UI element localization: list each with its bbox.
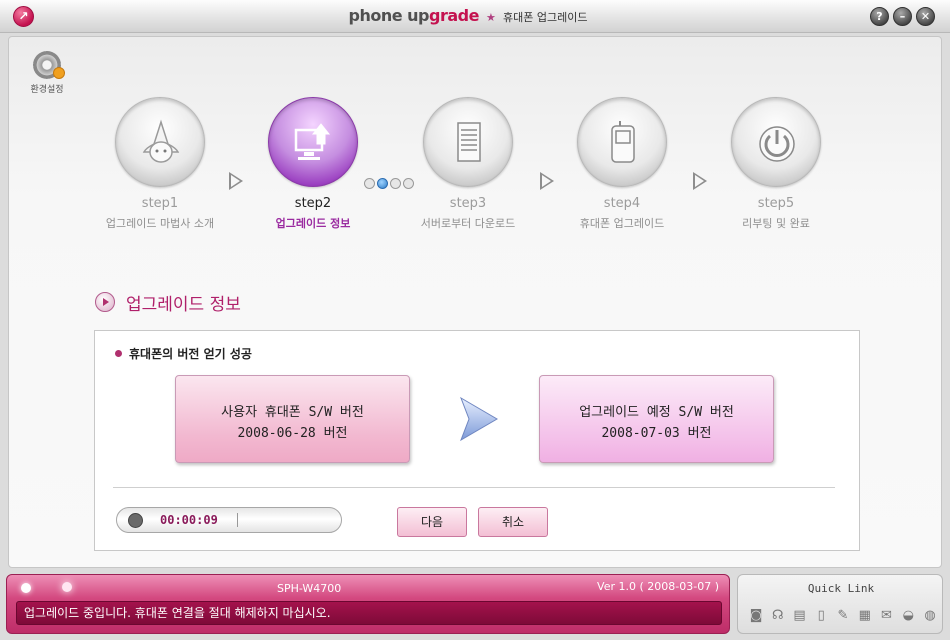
user-version-title: 사용자 휴대폰 S/W 버전 [221, 405, 364, 420]
phone-icon [577, 97, 667, 187]
settings-label: 환경설정 [30, 85, 64, 95]
divider [113, 487, 835, 488]
mail-icon[interactable]: ✉ [879, 608, 895, 624]
clock-icon [128, 513, 143, 528]
power-icon [731, 97, 821, 187]
title-bar: ↗ phone upgrade ★ 휴대폰 업그레이드 ? – ✕ [0, 0, 950, 33]
close-button[interactable]: ✕ [916, 7, 935, 26]
step-number: step3 [449, 196, 487, 211]
elapsed-timer: 00:00:09 [116, 507, 342, 533]
globe-icon[interactable]: ◍ [922, 608, 938, 624]
new-version-value: 2008-07-03 버전 [601, 426, 712, 441]
minimize-button[interactable]: – [893, 7, 912, 26]
step-number: step2 [294, 196, 332, 211]
window-title: phone upgrade ★ 휴대폰 업그레이드 [0, 6, 936, 25]
arrow-right-icon [460, 396, 498, 442]
headset-icon[interactable]: ☊ [770, 608, 786, 624]
bullet-icon [115, 350, 122, 357]
car-icon[interactable]: ◒ [900, 608, 916, 624]
camera-icon[interactable]: ◙ [748, 608, 764, 624]
phone-icon[interactable]: ▯ [813, 608, 829, 624]
memo-icon[interactable]: ✎ [835, 608, 851, 624]
step-label: 서버로부터 다운로드 [420, 217, 516, 230]
window-subtitle: 휴대폰 업그레이드 [503, 11, 588, 24]
step-5: step5 리부팅 및 완료 [701, 97, 851, 231]
document-icon[interactable]: ▤ [792, 608, 808, 624]
computer-upload-icon [268, 97, 358, 187]
step-number: step4 [603, 196, 641, 211]
sparkle-icon [21, 583, 31, 593]
server-icon [423, 97, 513, 187]
help-button[interactable]: ? [870, 7, 889, 26]
user-version-box: 사용자 휴대폰 S/W 버전 2008-06-28 버전 [175, 375, 410, 463]
next-button[interactable]: 다음 [397, 507, 467, 537]
step-2: step2 업그레이드 정보 [238, 97, 388, 231]
cancel-button[interactable]: 취소 [478, 507, 548, 537]
section-title: 업그레이드 정보 [126, 295, 241, 315]
sparkle-icon [62, 582, 72, 592]
new-version-box: 업그레이드 예정 S/W 버전 2008-07-03 버전 [539, 375, 774, 463]
upgrade-info-panel: 휴대폰의 버전 얻기 성공 사용자 휴대폰 S/W 버전 2008-06-28 … [94, 330, 860, 551]
app-version: Ver 1.0 ( 2008-03-07 ) [597, 580, 719, 593]
step-label: 리부팅 및 완료 [742, 217, 810, 230]
elapsed-time: 00:00:09 [160, 513, 218, 527]
wizard-icon [115, 97, 205, 187]
status-message-bar: 업그레이드 중입니다. 휴대폰 연결을 절대 해제하지 마십시오. [16, 601, 722, 625]
step-label: 업그레이드 정보 [275, 217, 351, 230]
status-message: 휴대폰의 버전 얻기 성공 [129, 347, 252, 361]
gear-icon [33, 51, 65, 79]
quick-link-title: Quick Link [807, 582, 875, 595]
step-1: step1 업그레이드 마법사 소개 [85, 97, 235, 231]
step-number: step1 [141, 196, 179, 211]
step-3: step3 서버로부터 다운로드 [393, 97, 543, 231]
quick-link-icons: ◙ ☊ ▤ ▯ ✎ ▦ ✉ ◒ ◍ [748, 608, 938, 624]
step-label: 휴대폰 업그레이드 [579, 217, 665, 230]
settings-button[interactable]: 환경설정 [27, 51, 67, 95]
user-version-value: 2008-06-28 버전 [237, 426, 348, 441]
step-number: step5 [757, 196, 795, 211]
progress-dot [364, 178, 375, 189]
brand-em: grade [429, 6, 479, 25]
progress-dot-active [377, 178, 388, 189]
play-icon [95, 292, 115, 312]
status-bar: SPH-W4700 Ver 1.0 ( 2008-03-07 ) 업그레이드 중… [6, 574, 730, 634]
calendar-icon[interactable]: ▦ [857, 608, 873, 624]
new-version-title: 업그레이드 예정 S/W 버전 [579, 405, 734, 420]
step-4: step4 휴대폰 업그레이드 [547, 97, 697, 231]
step-label: 업그레이드 마법사 소개 [105, 217, 215, 230]
quick-link-panel: Quick Link ◙ ☊ ▤ ▯ ✎ ▦ ✉ ◒ ◍ [737, 574, 943, 634]
brand-main: phone up [348, 6, 430, 25]
timer-divider [237, 513, 238, 527]
device-model: SPH-W4700 [277, 582, 342, 595]
star-icon: ★ [486, 11, 496, 24]
